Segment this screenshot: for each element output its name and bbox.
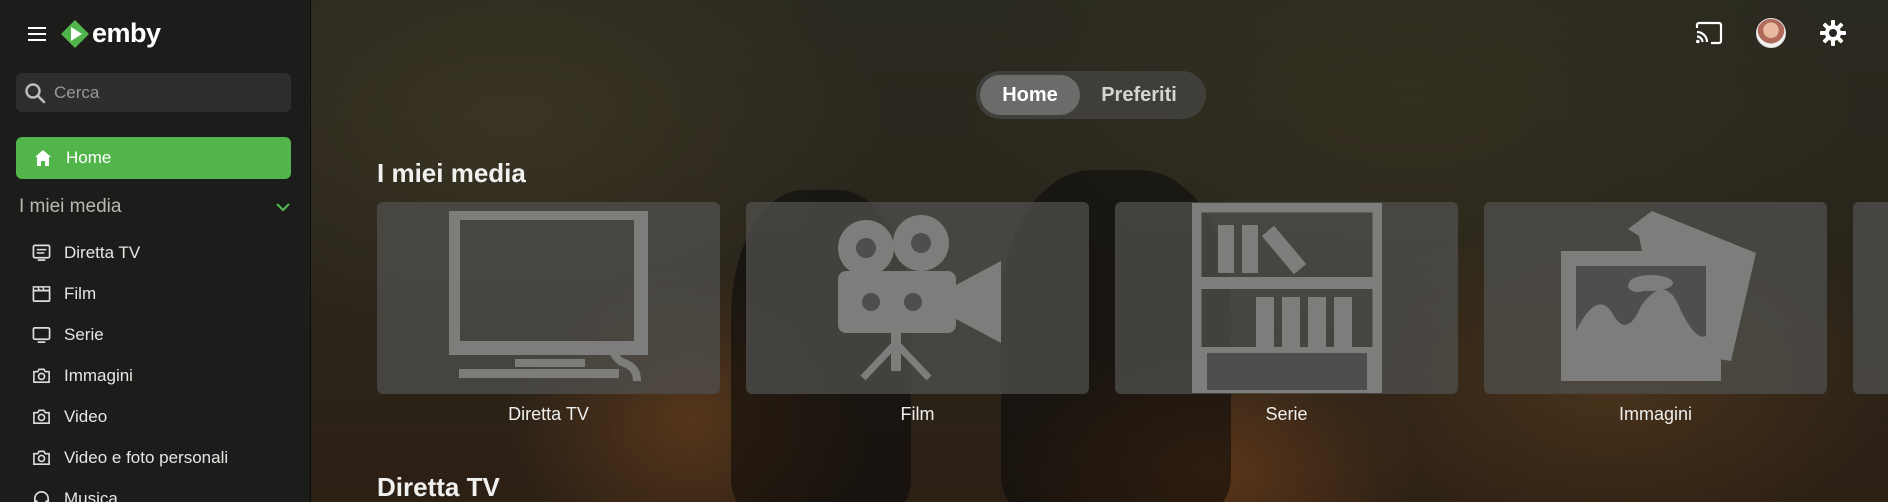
camera-icon — [33, 450, 50, 465]
library-card-serie[interactable]: Serie — [1115, 202, 1458, 425]
sidebar-item-video-e-foto-personali[interactable]: Video e foto personali — [32, 437, 228, 478]
gear-icon[interactable] — [1816, 16, 1850, 50]
tab-preferiti[interactable]: Preferiti — [1080, 75, 1198, 115]
menu-icon[interactable] — [24, 20, 52, 48]
sidebar-item-label: Musica — [64, 488, 118, 502]
search-icon — [25, 82, 46, 103]
library-card-label: Immagini — [1618, 404, 1693, 424]
user-avatar[interactable] — [1754, 16, 1788, 50]
logo-text: emby — [92, 18, 161, 48]
sidebar-section-title: I miei media — [19, 196, 122, 217]
sidebar-section-my-media[interactable]: I miei media — [19, 196, 291, 218]
emby-logo-icon — [61, 19, 89, 48]
sidebar-item-diretta-tv[interactable]: Diretta TV — [32, 232, 228, 273]
library-card-diretta-tv[interactable]: Diretta TV — [377, 202, 720, 425]
search-input[interactable] — [54, 82, 274, 103]
sidebar-header: emby — [24, 18, 161, 49]
library-card-label: Diretta TV — [508, 404, 589, 424]
sidebar-item-video[interactable]: Video — [32, 396, 228, 437]
search-box[interactable] — [16, 73, 291, 112]
sidebar-item-musica[interactable]: Musica — [32, 478, 228, 502]
avatar — [1756, 18, 1786, 48]
library-card-thumb — [1853, 202, 1888, 394]
sidebar-item-label: Home — [66, 148, 112, 167]
sidebar-item-serie[interactable]: Serie — [32, 314, 228, 355]
movie-camera-icon — [837, 215, 1001, 381]
monitor-icon — [32, 326, 51, 343]
photos-icon — [1560, 210, 1756, 381]
home-tabs: Home Preferiti — [976, 71, 1206, 119]
library-card-film[interactable]: Film — [746, 202, 1089, 425]
sidebar: emby Home I miei media Diretta TV — [0, 0, 311, 502]
sidebar-item-label: Video — [64, 406, 108, 426]
library-card-thumb — [746, 202, 1089, 394]
cast-icon[interactable] — [1692, 16, 1726, 50]
library-card-thumb — [1484, 202, 1827, 394]
home-icon — [35, 150, 51, 166]
sidebar-item-immagini[interactable]: Immagini — [32, 355, 228, 396]
camera-icon — [33, 368, 50, 383]
library-card-next[interactable] — [1853, 202, 1888, 425]
tv-icon — [448, 210, 648, 381]
camera-icon — [33, 409, 50, 424]
section-title-my-media: I miei media — [377, 158, 526, 188]
sidebar-item-label: Diretta TV — [64, 242, 141, 262]
sidebar-item-home[interactable]: Home — [16, 137, 291, 179]
library-card-immagini[interactable]: Immagini — [1484, 202, 1827, 425]
sidebar-item-label: Film — [64, 283, 97, 303]
headphones-icon — [33, 491, 50, 502]
header-actions — [1692, 16, 1850, 50]
emby-logo[interactable]: emby — [60, 18, 161, 49]
library-card-label: Serie — [1265, 404, 1308, 424]
sidebar-item-film[interactable]: Film — [32, 273, 228, 314]
bookshelf-icon — [1191, 203, 1382, 393]
clapperboard-icon — [32, 286, 51, 302]
tv-guide-icon — [32, 244, 51, 261]
sidebar-item-label: Video e foto personali — [64, 447, 229, 467]
library-card-thumb — [1115, 202, 1458, 394]
library-cards-row: Diretta TV Film Serie Immagini — [377, 202, 1888, 425]
sidebar-item-label: Immagini — [64, 365, 133, 385]
chevron-down-icon[interactable] — [275, 202, 291, 212]
tab-home[interactable]: Home — [980, 75, 1080, 115]
sidebar-item-label: Serie — [64, 324, 104, 344]
library-card-thumb — [377, 202, 720, 394]
library-card-label: Film — [900, 404, 935, 424]
sidebar-library-list: Diretta TV Film Serie Immagini Video Vid… — [32, 232, 228, 502]
section-title-diretta-tv: Diretta TV — [377, 472, 500, 502]
